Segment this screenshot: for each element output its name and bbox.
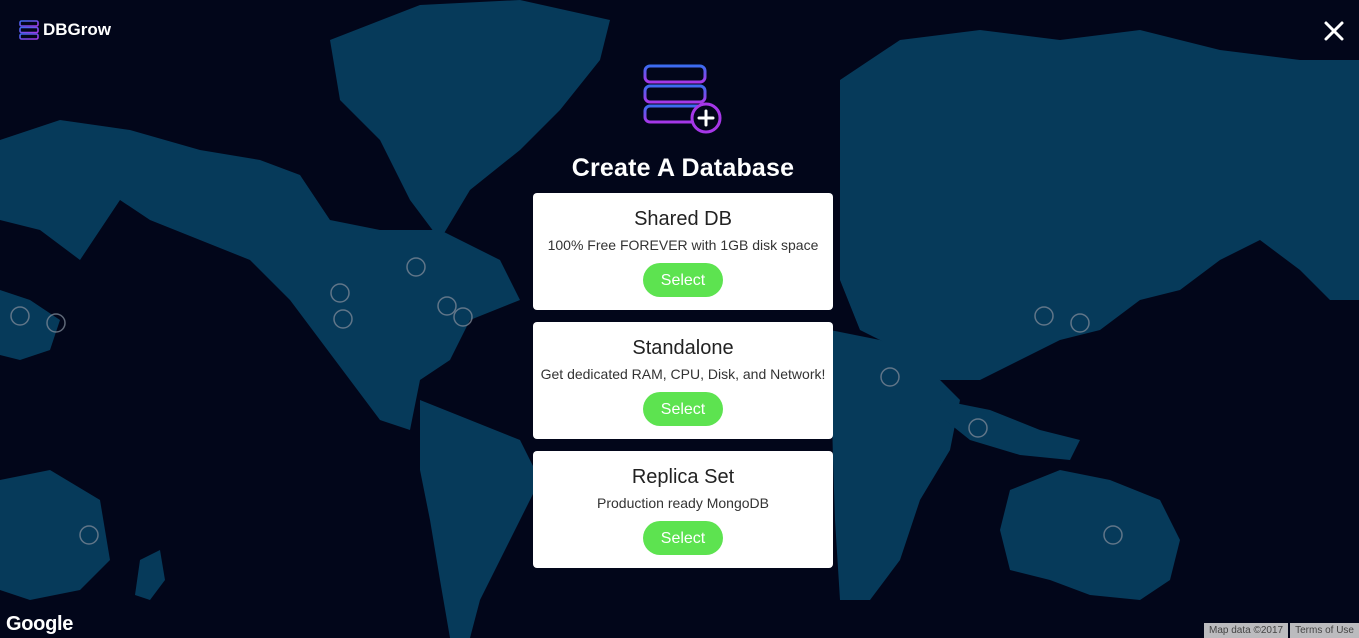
- select-standalone-button[interactable]: Select: [643, 392, 723, 426]
- plan-title: Shared DB: [634, 208, 732, 230]
- plan-description: Get dedicated RAM, CPU, Disk, and Networ…: [540, 366, 826, 382]
- app-logo[interactable]: DBGrow: [19, 20, 111, 40]
- plan-card-standalone: Standalone Get dedicated RAM, CPU, Disk,…: [533, 322, 833, 439]
- plan-card-shared-db: Shared DB 100% Free FOREVER with 1GB dis…: [533, 193, 833, 310]
- close-button[interactable]: [1321, 18, 1347, 44]
- plan-title: Replica Set: [631, 466, 735, 488]
- hero: Create A Database: [533, 62, 833, 183]
- page-title: Create A Database: [571, 154, 795, 182]
- plan-title: Standalone: [632, 337, 734, 359]
- map-attribution: Map data ©2017 Terms of Use: [1202, 623, 1359, 638]
- terms-of-use-link[interactable]: Terms of Use: [1290, 623, 1359, 638]
- app-name: DBGrow: [43, 20, 111, 39]
- select-shared-db-button[interactable]: Select: [643, 263, 723, 297]
- plan-card-replica-set: Replica Set Production ready MongoDB Sel…: [533, 451, 833, 568]
- select-replica-set-button[interactable]: Select: [643, 521, 723, 555]
- close-icon: [1324, 21, 1344, 41]
- map-data-credit: Map data ©2017: [1204, 623, 1289, 638]
- plan-description: 100% Free FOREVER with 1GB disk space: [547, 237, 819, 253]
- database-add-icon: [643, 64, 722, 134]
- database-logo-icon: [19, 20, 39, 40]
- plan-description: Production ready MongoDB: [597, 495, 769, 511]
- google-logo[interactable]: Google: [6, 613, 73, 636]
